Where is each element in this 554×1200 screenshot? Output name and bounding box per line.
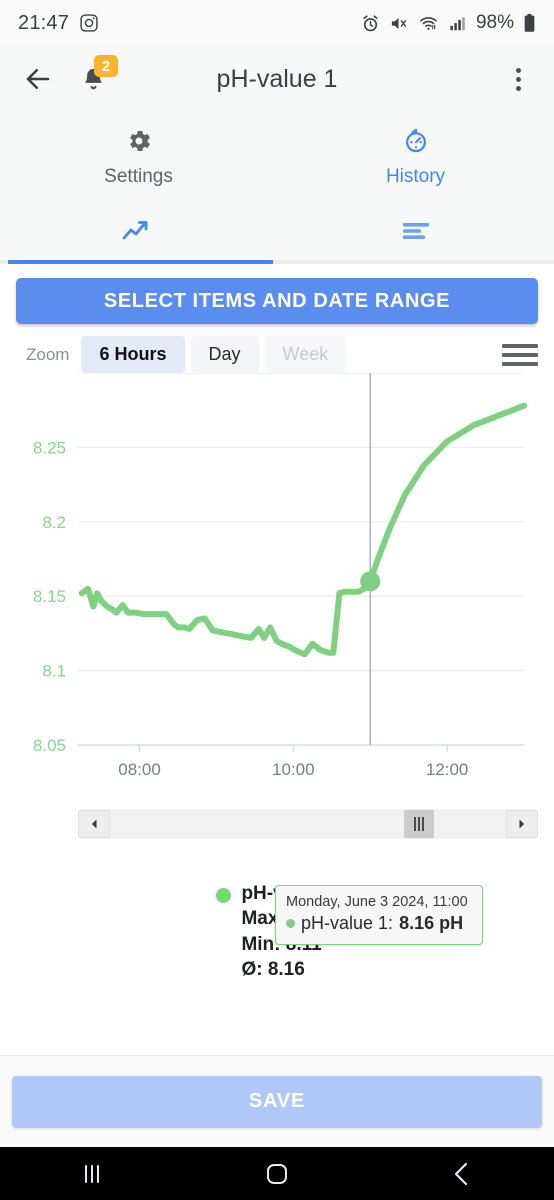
chart-x-tick: 12:00 (426, 760, 469, 779)
battery-icon (523, 13, 536, 33)
legend-avg: Ø: 8.16 (241, 958, 305, 980)
grip-bar (422, 817, 424, 831)
chart-y-tick: 8.05 (33, 736, 66, 755)
recents-icon (85, 1164, 100, 1183)
tab-history-label: History (385, 165, 446, 187)
navigator-right-arrow-button[interactable] (506, 810, 538, 838)
back-button-nav[interactable] (369, 1160, 554, 1188)
grip-bar (418, 817, 420, 831)
range-button-wrapper: SELECT ITEMS AND DATE RANGE (0, 264, 554, 324)
status-time: 21:47 (18, 11, 70, 34)
navigator-grip-handle[interactable] (404, 810, 434, 838)
zoom-option-6-hours[interactable]: 6 Hours (81, 336, 185, 373)
home-button[interactable] (185, 1159, 370, 1189)
kebab-dot (515, 76, 521, 82)
chart-navigator-wrapper (0, 803, 554, 839)
kebab-dot (515, 85, 521, 91)
chart-marker-point (360, 571, 381, 592)
navigator-left-arrow-button[interactable] (78, 810, 110, 838)
caret-left-icon (92, 819, 97, 829)
chart-y-axis-labels: 8.05 8.1 8.15 8.2 8.25 (33, 438, 66, 755)
chart-series-line (78, 402, 527, 658)
zoom-label: Zoom (26, 344, 70, 364)
gear-icon (125, 127, 153, 160)
chart-y-tick: 8.15 (33, 587, 66, 606)
chart-navigator[interactable] (78, 809, 538, 839)
tab-chart-view[interactable] (0, 202, 277, 264)
alarm-icon (361, 14, 380, 33)
status-bar: 21:47 98% (0, 0, 554, 46)
overflow-menu-button[interactable] (498, 57, 538, 101)
list-icon (401, 219, 431, 248)
tab-settings-label: Settings (104, 165, 173, 187)
chart-x-axis-labels: 08:00 10:00 12:00 (118, 760, 468, 779)
mute-icon (389, 14, 409, 33)
status-bar-right: 98% (361, 12, 536, 34)
app-bar: 2 pH-value 1 (0, 46, 554, 112)
back-icon (454, 1162, 467, 1185)
hamburger-bar (502, 361, 538, 366)
grip-bar (414, 817, 416, 831)
tooltip-date: Monday, June 3 2024, 11:00 (286, 894, 468, 910)
tab-active-underline (8, 260, 273, 264)
navigator-track[interactable] (110, 810, 506, 838)
tooltip-series-dot (286, 919, 295, 928)
tab-list-view[interactable] (277, 202, 554, 264)
tooltip-series-row: pH-value 1: 8.16 pH (286, 913, 472, 934)
tab-settings[interactable]: Settings (0, 112, 277, 202)
select-items-and-date-range-button[interactable]: SELECT ITEMS AND DATE RANGE (16, 278, 538, 324)
chart-y-tick: 8.1 (42, 662, 66, 681)
kebab-dot (515, 67, 521, 73)
chart-x-tick: 08:00 (118, 760, 161, 779)
history-timer-icon (402, 127, 430, 160)
sub-tab-bar (0, 202, 554, 264)
signal-icon (448, 14, 467, 33)
top-tab-bar: Settings History (0, 112, 554, 202)
tooltip-series-name: pH-value 1: (301, 913, 394, 933)
back-button[interactable] (16, 57, 60, 101)
save-bar: SAVE (0, 1055, 554, 1147)
battery-percent: 98% (475, 12, 514, 33)
zoom-option-day[interactable]: Day (190, 336, 259, 373)
chart-area[interactable]: 8.05 8.1 8.15 8.2 8.25 08:00 10:00 12:00 Monda… (0, 373, 554, 945)
notification-badge: 2 (94, 55, 118, 77)
main-content: SELECT ITEMS AND DATE RANGE Zoom 6 Hours… (0, 264, 554, 983)
caret-right-icon (519, 819, 524, 829)
tab-history[interactable]: History (277, 112, 554, 202)
save-button[interactable]: SAVE (12, 1075, 542, 1128)
tooltip-series-value: 8.16 pH (399, 913, 464, 933)
chart-gridlines (78, 373, 524, 752)
chart-tooltip: Monday, June 3 2024, 11:00 pH-value 1: 8… (275, 885, 483, 945)
line-chart[interactable]: 8.05 8.1 8.15 8.2 8.25 08:00 10:00 12:00 (0, 373, 554, 803)
android-navigation-bar (0, 1147, 554, 1200)
zoom-controls: Zoom 6 Hours Day Week (0, 324, 554, 373)
hamburger-bar (502, 352, 538, 357)
chart-y-tick: 8.2 (42, 513, 66, 532)
camera-icon (79, 13, 99, 33)
recents-button[interactable] (0, 1161, 185, 1187)
notifications-button[interactable]: 2 (70, 55, 118, 101)
hamburger-bar (502, 343, 538, 348)
zoom-option-week[interactable]: Week (264, 336, 347, 373)
wifi-icon (418, 14, 439, 33)
chart-x-tick: 10:00 (272, 760, 315, 779)
home-icon (267, 1163, 287, 1184)
hamburger-icon[interactable] (502, 343, 538, 366)
legend-series-dot (216, 888, 232, 903)
chart-y-tick: 8.25 (33, 438, 66, 457)
phone-screen: 21:47 98% 2 pH-value 1 Settings History … (0, 0, 554, 1200)
status-bar-left: 21:47 (18, 12, 99, 35)
trending-up-icon (122, 218, 156, 249)
